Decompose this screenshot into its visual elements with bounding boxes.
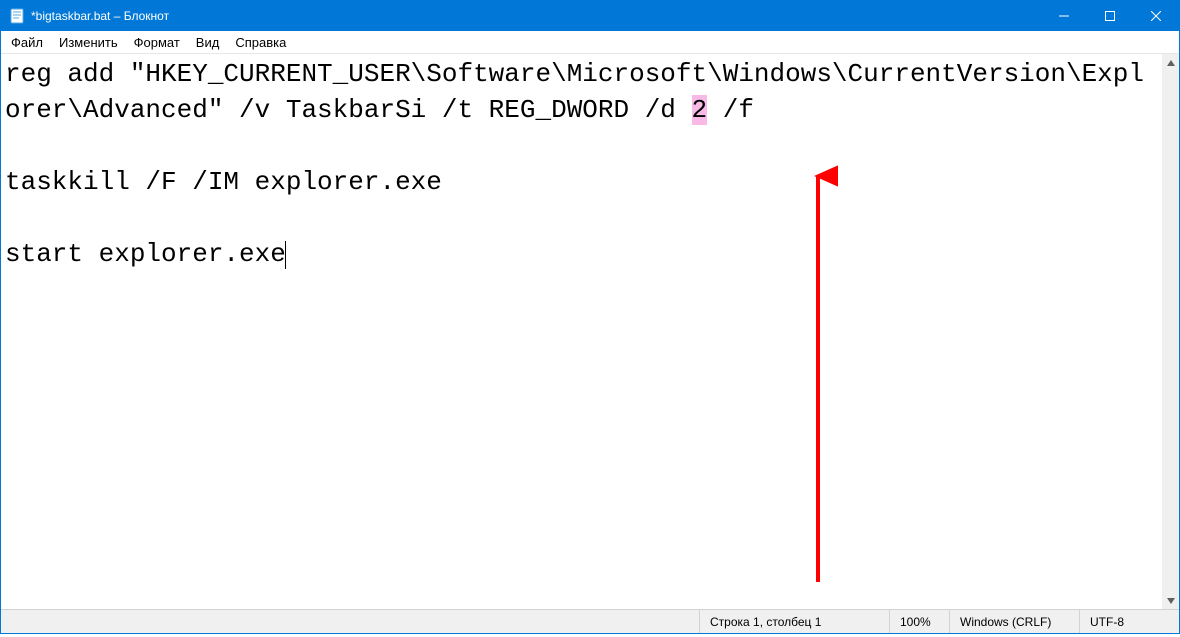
notepad-window: *bigtaskbar.bat – Блокнот Файл Изменить … <box>0 0 1180 634</box>
status-eol: Windows (CRLF) <box>949 610 1079 633</box>
menu-edit[interactable]: Изменить <box>51 33 126 52</box>
titlebar[interactable]: *bigtaskbar.bat – Блокнот <box>1 1 1179 31</box>
maximize-icon <box>1105 11 1115 21</box>
minimize-button[interactable] <box>1041 1 1087 31</box>
minimize-icon <box>1059 11 1069 21</box>
maximize-button[interactable] <box>1087 1 1133 31</box>
editor-text-line2: taskkill /F /IM explorer.exe <box>5 167 442 197</box>
scroll-up-button[interactable] <box>1162 54 1179 71</box>
editor-text-line3: start explorer.exe <box>5 239 286 269</box>
highlighted-value: 2 <box>692 95 708 125</box>
scroll-track[interactable] <box>1162 71 1179 592</box>
scroll-up-icon <box>1167 60 1175 66</box>
status-position: Строка 1, столбец 1 <box>699 610 889 633</box>
menubar: Файл Изменить Формат Вид Справка <box>1 31 1179 53</box>
editor-area: reg add "HKEY_CURRENT_USER\Software\Micr… <box>1 53 1179 609</box>
editor-text-seg1: reg add "HKEY_CURRENT_USER\Software\Micr… <box>5 59 1144 125</box>
window-controls <box>1041 1 1179 31</box>
status-encoding: UTF-8 <box>1079 610 1179 633</box>
menu-view[interactable]: Вид <box>188 33 228 52</box>
status-zoom: 100% <box>889 610 949 633</box>
vertical-scrollbar[interactable] <box>1162 54 1179 609</box>
close-button[interactable] <box>1133 1 1179 31</box>
notepad-icon <box>9 8 25 24</box>
text-editor[interactable]: reg add "HKEY_CURRENT_USER\Software\Micr… <box>1 54 1162 609</box>
menu-format[interactable]: Формат <box>126 33 188 52</box>
statusbar: Строка 1, столбец 1 100% Windows (CRLF) … <box>1 609 1179 633</box>
scroll-down-icon <box>1167 598 1175 604</box>
scroll-down-button[interactable] <box>1162 592 1179 609</box>
text-cursor <box>285 241 286 269</box>
menu-file[interactable]: Файл <box>3 33 51 52</box>
menu-help[interactable]: Справка <box>227 33 294 52</box>
close-icon <box>1151 11 1161 21</box>
editor-text-seg2: /f <box>707 95 754 125</box>
status-spacer <box>1 610 699 633</box>
window-title: *bigtaskbar.bat – Блокнот <box>31 9 1041 23</box>
